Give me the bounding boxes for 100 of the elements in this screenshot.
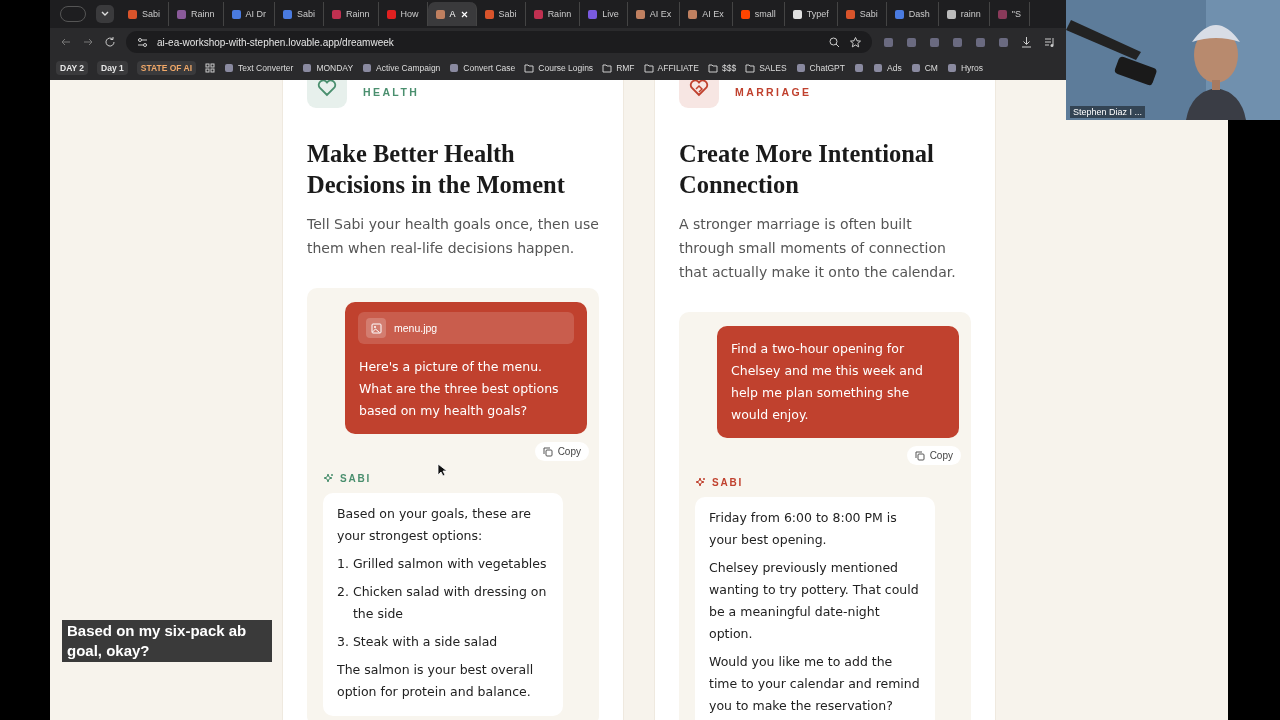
reply-text: The salmon is your best overall option for protein and balance. bbox=[337, 661, 535, 701]
tab-title: Sabi bbox=[142, 9, 160, 19]
browser-tab[interactable]: AI Ex bbox=[680, 2, 733, 26]
folder-icon bbox=[707, 63, 718, 73]
tab-title: Sabi bbox=[859, 9, 878, 19]
bookmark-chip[interactable]: STATE OF AI bbox=[136, 61, 197, 75]
participant-name: Stephen Diaz I ... bbox=[1070, 106, 1146, 118]
tab-title: AI Ex bbox=[702, 9, 724, 19]
apps-grid-icon[interactable] bbox=[205, 63, 216, 73]
bookmark-star-icon[interactable] bbox=[849, 35, 862, 49]
bookmark-link[interactable]: MONDAY bbox=[316, 63, 354, 73]
reply-text: Chelsey previously mentioned wanting to try pottery. That could be a meaningful date-night option. bbox=[709, 559, 920, 643]
bookmark-link[interactable]: SALES bbox=[759, 63, 787, 73]
media-icon[interactable] bbox=[1043, 35, 1056, 49]
reload-icon[interactable] bbox=[104, 36, 116, 48]
extension-icon[interactable] bbox=[928, 35, 941, 49]
bookmark-link[interactable]: Course Logins bbox=[538, 63, 594, 73]
browser-tab[interactable]: Sabi bbox=[837, 2, 887, 26]
subtitle-caption: Based on my six-pack ab goal, okay? bbox=[62, 620, 272, 662]
extension-icon[interactable] bbox=[997, 35, 1010, 49]
heart-icon bbox=[317, 80, 337, 97]
extension-icon[interactable] bbox=[951, 35, 964, 49]
category-label: MARRIAGE bbox=[735, 86, 812, 98]
tab-title: Live bbox=[602, 9, 619, 19]
site-icon bbox=[910, 63, 921, 73]
bookmark-link[interactable]: $$$ bbox=[721, 63, 737, 73]
attachment-chip[interactable]: menu.jpg bbox=[358, 312, 574, 344]
back-icon[interactable] bbox=[60, 36, 72, 48]
download-icon[interactable] bbox=[1020, 35, 1033, 49]
zoom-icon[interactable] bbox=[828, 35, 841, 49]
browser-tab[interactable]: "S bbox=[989, 2, 1030, 26]
browser-tab[interactable]: Sabi bbox=[476, 2, 526, 26]
bookmark-link[interactable]: AFFILIATE bbox=[657, 63, 699, 73]
browser-tab[interactable]: Rainn bbox=[169, 2, 224, 26]
bookmark-chip[interactable]: DAY 2 bbox=[56, 61, 89, 75]
assistant-label: SABI bbox=[340, 473, 372, 484]
site-icon bbox=[362, 63, 373, 73]
site-icon bbox=[224, 63, 235, 73]
browser-tab[interactable]: AI Dr bbox=[223, 2, 276, 26]
sparkle-icon bbox=[695, 477, 706, 488]
copy-button[interactable]: Copy bbox=[906, 446, 961, 465]
tab-title: rainn bbox=[960, 9, 981, 19]
browser-tab[interactable]: Live bbox=[580, 2, 628, 26]
list-item: 3. Steak with a side salad bbox=[337, 633, 499, 651]
site-settings-icon[interactable] bbox=[136, 35, 149, 49]
tab-title: Sabi bbox=[297, 9, 316, 19]
site-icon bbox=[449, 63, 460, 73]
list-item: 1. Grilled salmon with vegetables bbox=[337, 555, 548, 573]
address-bar[interactable]: ai-ea-workshop-with-stephen.lovable.app/dreamweek bbox=[126, 31, 872, 53]
cursor-icon bbox=[437, 463, 447, 477]
browser-tab[interactable]: Dash bbox=[886, 2, 939, 26]
category-label: HEALTH bbox=[363, 86, 420, 98]
reply-text: Would you like me to add the time to your calendar and remind you to make the reservation? bbox=[709, 653, 921, 715]
bookmark-link[interactable]: RMF bbox=[616, 63, 635, 73]
message-text: Find a two-hour opening for Chelsey and me this week and help me plan something she would enjoy. bbox=[731, 340, 924, 424]
card-title: Create More Intentional Connection bbox=[679, 139, 935, 200]
browser-tab[interactable]: small bbox=[732, 2, 785, 26]
bookmark-chip[interactable]: Day 1 bbox=[97, 61, 128, 75]
bookmark-link[interactable]: Ads bbox=[887, 63, 902, 73]
browser-tab[interactable]: Sabi bbox=[120, 2, 169, 26]
extension-icon[interactable] bbox=[882, 35, 895, 49]
bookmark-link[interactable]: Text Converter bbox=[238, 63, 294, 73]
sparkle-icon bbox=[323, 473, 334, 484]
tab-title: Rainn bbox=[191, 9, 215, 19]
tab-title: Sabi bbox=[498, 9, 517, 19]
bookmark-link[interactable]: Active Campaign bbox=[376, 63, 441, 73]
tab-list-button[interactable] bbox=[96, 5, 114, 23]
extension-icon[interactable] bbox=[974, 35, 987, 49]
forward-icon[interactable] bbox=[82, 36, 94, 48]
browser-tab[interactable]: AI Ex bbox=[627, 2, 681, 26]
image-icon bbox=[370, 322, 382, 334]
folder-icon bbox=[643, 63, 654, 73]
tab-title: small bbox=[754, 9, 776, 19]
close-icon[interactable] bbox=[460, 10, 468, 18]
site-icon bbox=[795, 63, 806, 73]
browser-tab[interactable]: A bbox=[427, 2, 477, 26]
folder-icon bbox=[745, 63, 756, 73]
bookmark-link[interactable]: Hyros bbox=[960, 63, 984, 73]
browser-tab[interactable]: rainn bbox=[938, 2, 990, 26]
tab-title: AI Dr bbox=[245, 9, 267, 19]
extension-icon[interactable] bbox=[905, 35, 918, 49]
browser-tab[interactable]: Rainn bbox=[525, 2, 581, 26]
folder-icon bbox=[602, 63, 613, 73]
copy-button[interactable]: Copy bbox=[534, 442, 589, 461]
tab-title: Dash bbox=[908, 9, 930, 19]
assistant-label: SABI bbox=[712, 477, 744, 488]
browser-tab[interactable]: Sabi bbox=[275, 2, 325, 26]
bookmark-link[interactable]: ChatGPT bbox=[809, 63, 845, 73]
bookmark-link[interactable]: CM bbox=[924, 63, 938, 73]
bookmark-link[interactable]: Convert Case bbox=[463, 63, 516, 73]
copy-icon bbox=[542, 446, 553, 457]
tab-title: Rainn bbox=[547, 9, 572, 19]
site-icon bbox=[302, 63, 313, 73]
tab-title: How bbox=[400, 9, 419, 19]
reply-text: Based on your goals, these are your strongest options: bbox=[337, 505, 533, 545]
browser-tab[interactable]: How bbox=[378, 2, 428, 26]
chevron-down-icon bbox=[101, 11, 109, 17]
tab-title: AI Ex bbox=[649, 9, 672, 19]
browser-tab[interactable]: Rainn bbox=[324, 2, 379, 26]
browser-tab[interactable]: Typef bbox=[784, 2, 838, 26]
